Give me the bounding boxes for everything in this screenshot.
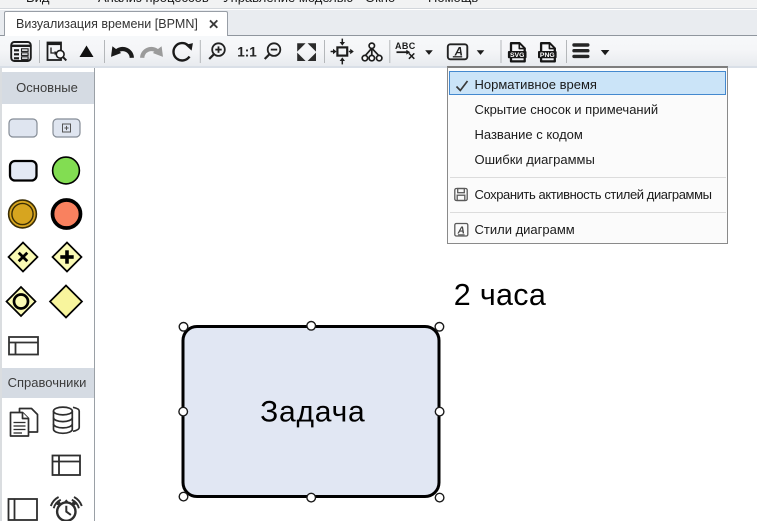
svg-text:Задача: Задача [260,395,365,428]
svg-text:PNG: PNG [540,52,555,59]
svg-text:ABC: ABC [395,41,416,51]
svg-text:2 часа: 2 часа [454,278,546,312]
svg-text:SVG: SVG [510,52,524,59]
svg-text:1:1: 1:1 [237,44,257,59]
